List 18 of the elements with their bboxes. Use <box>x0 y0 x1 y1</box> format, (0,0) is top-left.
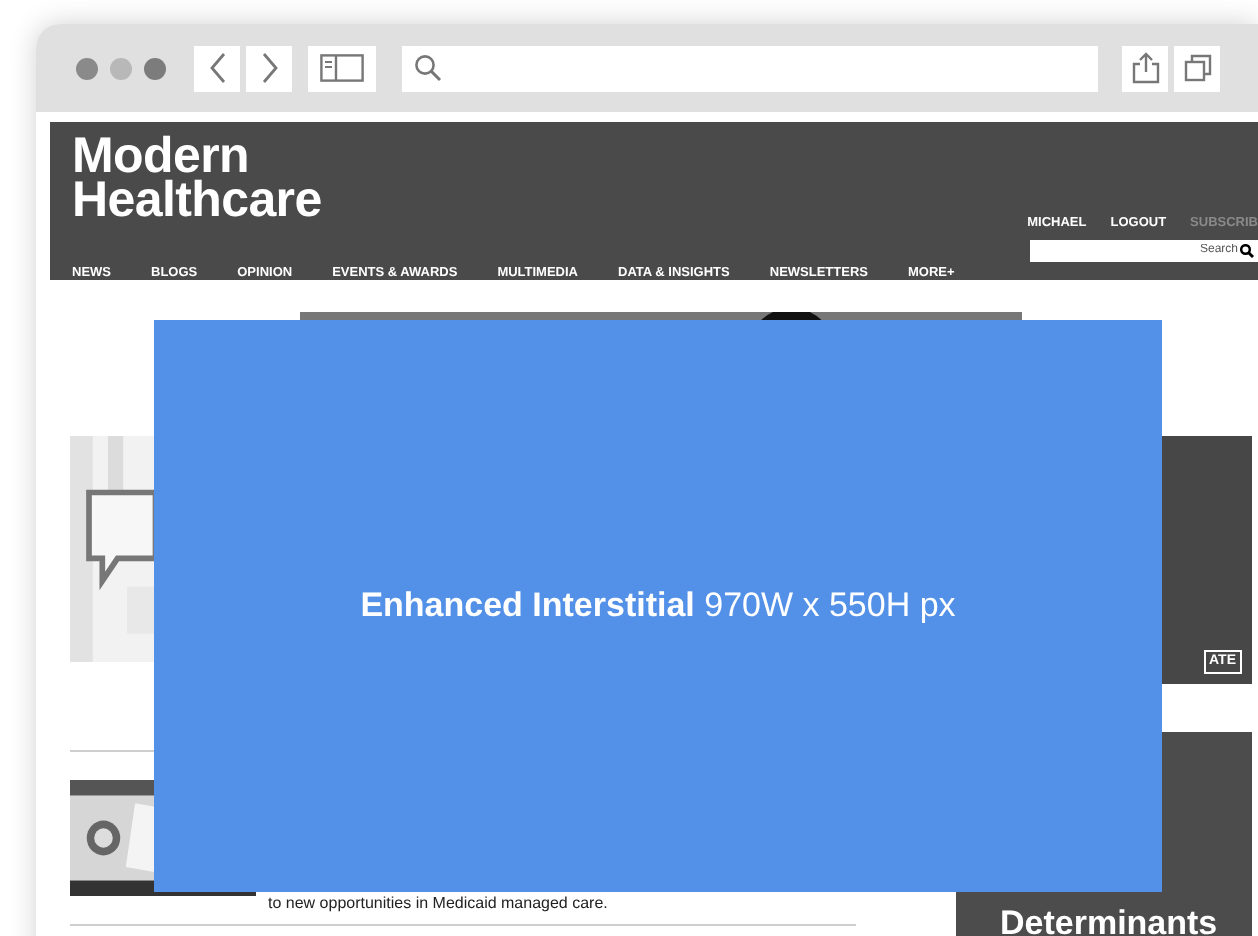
back-button[interactable] <box>194 45 240 91</box>
side-ad-title: Determinants <box>1000 906 1220 936</box>
site-logo[interactable]: Modern Healthcare <box>72 134 322 262</box>
share-icon <box>1131 52 1159 84</box>
sidebar-button[interactable] <box>308 45 376 91</box>
tabs-button[interactable] <box>1174 45 1220 91</box>
share-button[interactable] <box>1122 45 1168 91</box>
chevron-left-icon <box>207 52 227 84</box>
sidebar-icon <box>320 54 364 82</box>
interstitial-label: Enhanced Interstitial 970W x 550H px <box>360 584 956 629</box>
search-icon <box>1240 243 1254 258</box>
article-snippet: to new opportunities in Medicaid managed care. <box>268 894 608 914</box>
search-button[interactable] <box>1240 239 1258 262</box>
search-icon <box>414 54 442 82</box>
chevron-right-icon <box>259 52 279 84</box>
address-field[interactable] <box>402 45 1098 91</box>
tabs-icon <box>1183 54 1211 82</box>
forward-button[interactable] <box>246 45 292 91</box>
